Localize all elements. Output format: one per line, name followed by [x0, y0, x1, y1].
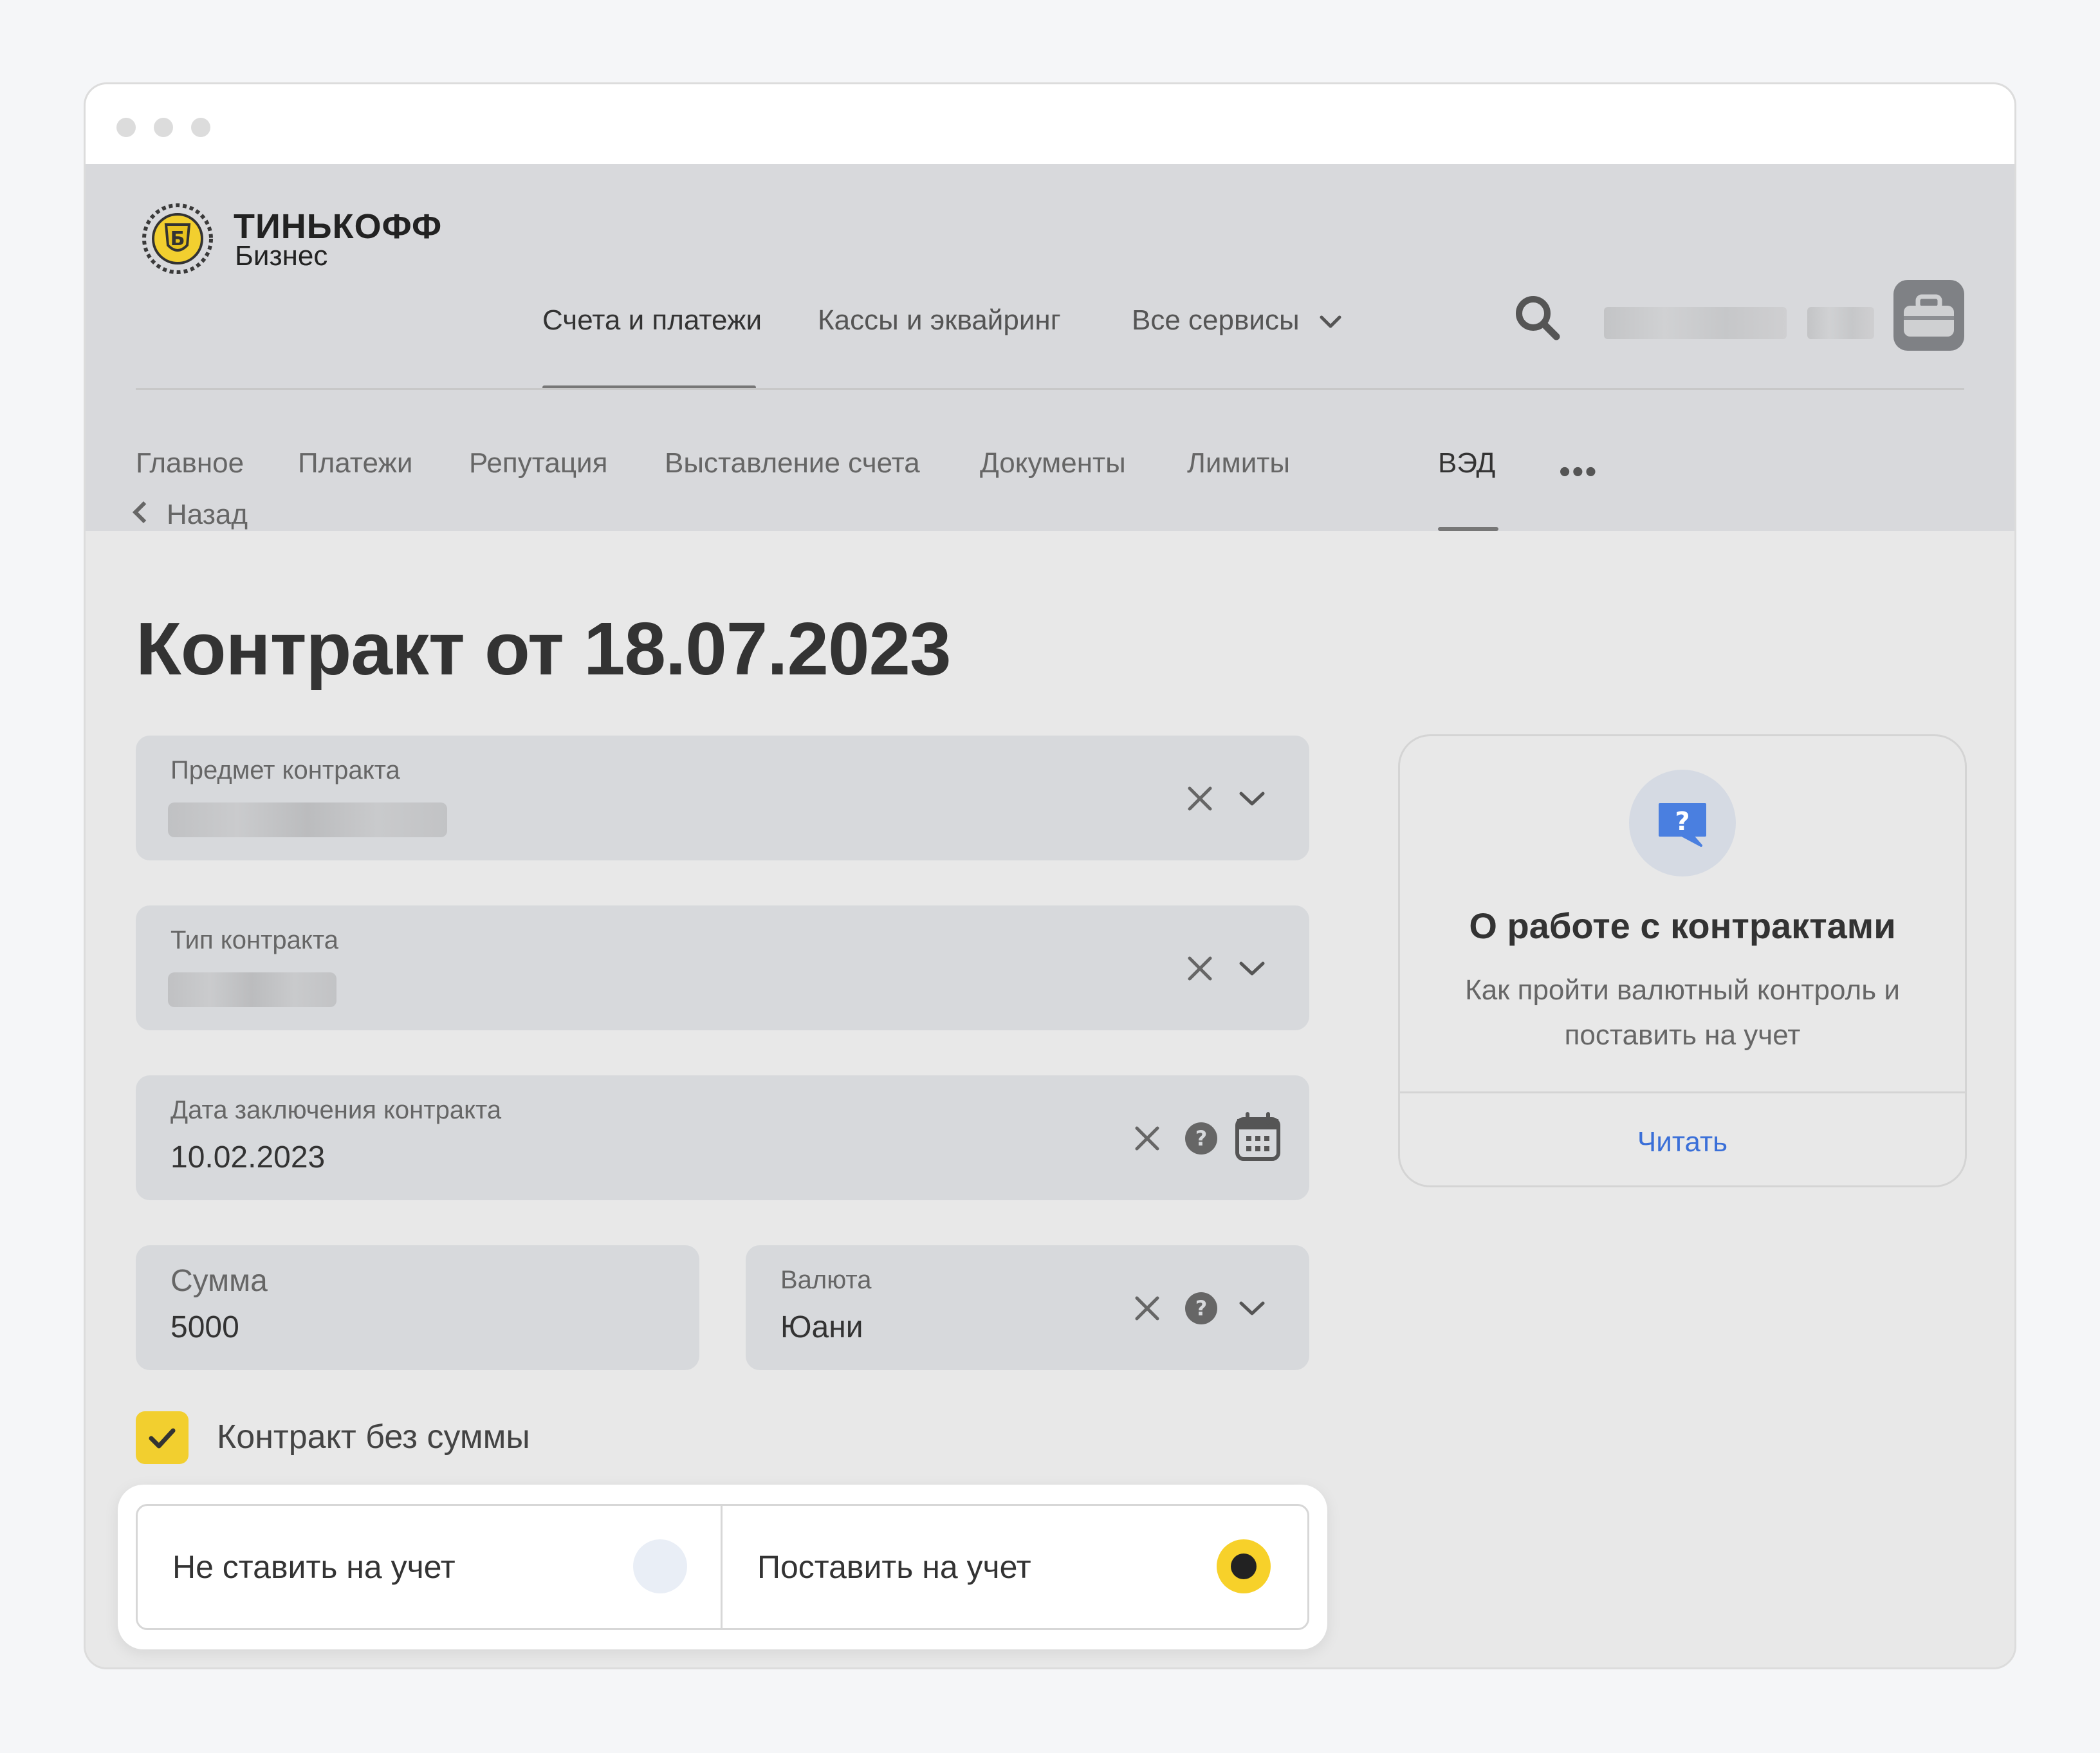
clear-icon[interactable]: [1132, 1123, 1163, 1154]
currency-select[interactable]: Валюта Юани ?: [746, 1245, 1309, 1370]
subnav-active-indicator: [1438, 527, 1498, 531]
subnav-limits[interactable]: Лимиты: [1187, 447, 1290, 479]
chevron-down-icon[interactable]: [1236, 1294, 1268, 1322]
card-description: Как пройти валютный контроль и поставить…: [1465, 974, 1900, 1051]
contract-type-value-blurred: [168, 972, 336, 1007]
radio-unselected-icon: [633, 1539, 687, 1593]
radio-option-label: Поставить на учет: [757, 1549, 1031, 1585]
browser-window: Б ТИНЬКОФФ Бизнес Счета и платежи Кассы …: [84, 82, 2016, 1669]
logo[interactable]: Б ТИНЬКОФФ Бизнес: [136, 200, 470, 277]
subnav-ved[interactable]: ВЭД: [1438, 447, 1495, 479]
help-icon[interactable]: ?: [1183, 1290, 1219, 1326]
read-link[interactable]: Читать: [1400, 1126, 1965, 1158]
card-title: О работе с контрактами: [1469, 905, 1896, 946]
svg-text:?: ?: [1195, 1296, 1208, 1321]
contract-subject-value-blurred: [168, 802, 447, 837]
subnav-main[interactable]: Главное: [136, 447, 244, 479]
topnav-accounts-payments[interactable]: Счета и платежи: [542, 304, 762, 337]
page-title: Контракт от 18.07.2023: [136, 607, 952, 691]
field-label: Валюта: [780, 1266, 872, 1294]
chevron-down-icon: [1320, 315, 1341, 328]
window-titlebar: [86, 84, 2014, 164]
window-dot: [154, 118, 173, 137]
contract-subject-select[interactable]: Предмет контракта: [136, 736, 1309, 860]
clear-icon[interactable]: [1184, 953, 1215, 984]
header: Б ТИНЬКОФФ Бизнес Счета и платежи Кассы …: [86, 164, 2014, 531]
logo-subtitle: Бизнес: [235, 240, 328, 272]
clear-icon[interactable]: [1132, 1293, 1163, 1324]
field-label: Сумма: [170, 1264, 268, 1298]
header-divider: [136, 388, 1964, 390]
field-label: Дата заключения контракта: [170, 1096, 502, 1124]
currency-value: Юани: [780, 1310, 863, 1344]
amount-value: 5000: [170, 1310, 239, 1344]
card-icon-badge: ?: [1629, 770, 1736, 876]
contract-date-field[interactable]: Дата заключения контракта 10.02.2023 ?: [136, 1075, 1309, 1200]
topnav-all-services[interactable]: Все сервисы: [1132, 304, 1343, 337]
subnav-payments[interactable]: Платежи: [298, 447, 412, 479]
registration-radio-panel: Не ставить на учет Поставить на учет: [118, 1485, 1327, 1649]
svg-text:?: ?: [1195, 1126, 1208, 1151]
logo-emblem-icon: Б: [142, 203, 213, 274]
card-divider: [1400, 1091, 1965, 1093]
subnav-documents[interactable]: Документы: [980, 447, 1126, 479]
radio-option-label: Не ставить на учет: [172, 1549, 456, 1585]
amount-field[interactable]: Сумма 5000: [136, 1245, 699, 1370]
briefcase-icon: [1904, 294, 1954, 337]
question-chat-icon: ?: [1659, 803, 1706, 847]
contract-date-value: 10.02.2023: [170, 1140, 326, 1174]
radio-selected-icon: [1217, 1539, 1271, 1593]
subnav-invoicing[interactable]: Выставление счета: [665, 447, 920, 479]
window-dot: [116, 118, 136, 137]
topnav-all-services-label: Все сервисы: [1132, 304, 1300, 336]
account-number-blurred: [1807, 307, 1874, 339]
svg-text:?: ?: [1675, 807, 1690, 837]
back-link[interactable]: Назад: [133, 499, 248, 531]
field-label: Предмет контракта: [170, 756, 400, 784]
no-sum-checkbox[interactable]: [136, 1411, 189, 1464]
chevron-left-icon: [133, 501, 154, 523]
registration-radio-group: Не ставить на учет Поставить на учет: [136, 1504, 1309, 1630]
no-sum-checkbox-label: Контракт без суммы: [217, 1418, 530, 1456]
checkmark-icon: [149, 1428, 176, 1449]
svg-text:Б: Б: [170, 228, 185, 250]
more-icon[interactable]: •••: [1559, 452, 1598, 491]
info-card: ? О работе с контрактами Как пройти валю…: [1398, 734, 1967, 1187]
chevron-down-icon[interactable]: [1236, 784, 1268, 813]
back-label: Назад: [167, 499, 248, 530]
radio-option-not-register[interactable]: Не ставить на учет: [138, 1506, 721, 1628]
account-name-blurred: [1604, 307, 1787, 339]
search-icon[interactable]: [1513, 293, 1563, 343]
subnav-reputation[interactable]: Репутация: [469, 447, 607, 479]
window-dot: [191, 118, 210, 137]
clear-icon[interactable]: [1184, 783, 1215, 814]
field-label: Тип контракта: [170, 926, 338, 954]
topnav-cash-acquiring[interactable]: Кассы и эквайринг: [818, 304, 1061, 337]
chevron-down-icon[interactable]: [1236, 954, 1268, 983]
radio-option-register[interactable]: Поставить на учет: [723, 1506, 1307, 1628]
profile-avatar[interactable]: [1893, 280, 1964, 351]
calendar-icon[interactable]: [1233, 1111, 1282, 1163]
contract-type-select[interactable]: Тип контракта: [136, 905, 1309, 1030]
help-icon[interactable]: ?: [1183, 1120, 1219, 1156]
